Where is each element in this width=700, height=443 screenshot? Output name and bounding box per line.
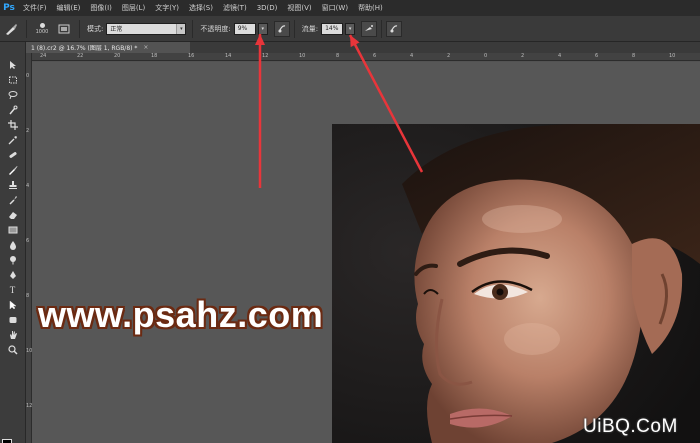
close-icon[interactable]: ×: [143, 44, 148, 51]
opacity-field[interactable]: 9%: [233, 22, 256, 35]
brush-size-value: 1000: [35, 28, 49, 35]
flow-field[interactable]: 14%: [321, 22, 344, 35]
ruler-tick-label: 8: [336, 53, 340, 59]
opacity-label: 不透明度:: [200, 24, 231, 33]
ruler-tick-label: 8: [632, 53, 636, 59]
menu-type[interactable]: 文字(Y): [150, 3, 184, 13]
shape-tool-icon[interactable]: [5, 314, 20, 325]
photoshop-logo: Ps: [3, 3, 15, 13]
ruler-tick-label: 2: [521, 53, 525, 59]
ruler-tick-label: 0: [26, 73, 30, 79]
opacity-dropdown-icon[interactable]: ▾: [257, 22, 268, 35]
quick-select-tool-icon[interactable]: [5, 104, 20, 115]
ruler-tick-label: 18: [151, 53, 158, 59]
zoom-tool-icon[interactable]: [5, 344, 20, 355]
move-tool-icon[interactable]: [5, 59, 20, 70]
divider: [293, 19, 295, 38]
ruler-tick-label: 10: [299, 53, 306, 59]
ruler-tick-label: 20: [114, 53, 121, 59]
ruler-tick-label: 2: [447, 53, 451, 59]
dodge-tool-icon[interactable]: [5, 254, 20, 265]
ruler-tick-label: 4: [410, 53, 414, 59]
ruler-tick-label: 16: [188, 53, 195, 59]
clone-stamp-tool-icon[interactable]: [5, 179, 20, 190]
chevron-down-icon: ▾: [176, 23, 186, 34]
airbrush-button[interactable]: [361, 20, 378, 37]
healing-tool-icon[interactable]: [5, 149, 20, 160]
ruler-tick-label: 24: [40, 53, 47, 59]
menu-bar: Ps 文件(F) 编辑(E) 图像(I) 图层(L) 文字(Y) 选择(S) 滤…: [0, 0, 700, 16]
pressure-opacity-button[interactable]: [273, 20, 290, 37]
menu-select[interactable]: 选择(S): [184, 3, 218, 13]
brush-tip-icon: [39, 22, 45, 28]
blur-tool-icon[interactable]: [5, 239, 20, 250]
ruler-tick-label: 12: [262, 53, 269, 59]
lasso-tool-icon[interactable]: [5, 89, 20, 100]
hand-tool-icon[interactable]: [5, 329, 20, 340]
path-select-tool-icon[interactable]: [5, 299, 20, 310]
ruler-tick-label: 4: [558, 53, 562, 59]
menu-edit[interactable]: 编辑(E): [52, 3, 86, 13]
divider: [26, 19, 27, 38]
menu-filter[interactable]: 滤镜(T): [218, 3, 252, 13]
marquee-tool-icon[interactable]: [5, 74, 20, 85]
brush-preset-icon[interactable]: [0, 19, 22, 39]
document-tab-title: 1 (8).cr2 @ 16.7% (图层 1, RGB/8) *: [31, 45, 138, 52]
document-tab[interactable]: 1 (8).cr2 @ 16.7% (图层 1, RGB/8) * ×: [26, 42, 190, 53]
divider: [381, 19, 383, 38]
ruler-tick-label: 14: [225, 53, 232, 59]
menu-image[interactable]: 图像(I): [85, 3, 117, 13]
brush-size-picker[interactable]: 1000: [31, 18, 53, 40]
divider: [79, 19, 80, 38]
history-brush-tool-icon[interactable]: [5, 194, 20, 205]
pressure-size-button[interactable]: [386, 20, 403, 37]
type-tool-icon[interactable]: T: [5, 284, 20, 295]
crop-tool-icon[interactable]: [5, 119, 20, 130]
ruler-tick-label: 4: [26, 183, 30, 189]
ruler-tick-label: 10: [669, 53, 676, 59]
menu-layer[interactable]: 图层(L): [117, 3, 150, 13]
gradient-tool-icon[interactable]: [5, 224, 20, 235]
divider: [192, 19, 194, 38]
horizontal-ruler[interactable]: 24 22 20 18 16 14 12 10 8 6 4 2 0 2 4 6 8 10: [32, 53, 700, 61]
blend-mode-select[interactable]: 正常 ▾: [106, 22, 187, 35]
pen-tool-icon[interactable]: [5, 269, 20, 280]
ruler-tick-label: 2: [26, 128, 30, 134]
site-watermark: www.psahz.com: [38, 294, 324, 335]
menu-help[interactable]: 帮助(H): [353, 3, 388, 13]
ruler-tick-label: 8: [26, 293, 30, 299]
ruler-tick-label: 6: [373, 53, 377, 59]
ruler-tick-label: 6: [26, 238, 30, 244]
mode-label: 模式:: [87, 24, 104, 33]
ruler-tick-label: 6: [595, 53, 599, 59]
eraser-tool-icon[interactable]: [5, 209, 20, 220]
options-bar: 1000 模式: 正常 ▾ 不透明度: 9% ▾ 流量: 14% ▾: [0, 16, 700, 42]
portrait-photo[interactable]: [332, 124, 700, 443]
menu-view[interactable]: 视图(V): [282, 3, 316, 13]
ruler-tick-label: 22: [77, 53, 84, 59]
document-tab-strip: 1 (8).cr2 @ 16.7% (图层 1, RGB/8) * ×: [26, 42, 700, 53]
blend-mode-value: 正常: [110, 26, 123, 33]
brush-tool-icon[interactable]: [5, 164, 20, 175]
foreground-color-swatch[interactable]: [2, 439, 12, 443]
menu-file[interactable]: 文件(F): [18, 3, 52, 13]
menu-3d[interactable]: 3D(D): [252, 4, 283, 12]
eyedropper-tool-icon[interactable]: [5, 134, 20, 145]
menu-window[interactable]: 窗口(W): [317, 3, 353, 13]
flow-label: 流量:: [301, 24, 319, 33]
tools-panel: T: [0, 42, 26, 443]
corner-watermark: UiBQ.CoM: [583, 416, 678, 437]
ruler-tick-label: 0: [484, 53, 488, 59]
brush-panel-toggle-icon[interactable]: [53, 19, 75, 39]
flow-dropdown-icon[interactable]: ▾: [345, 22, 356, 35]
